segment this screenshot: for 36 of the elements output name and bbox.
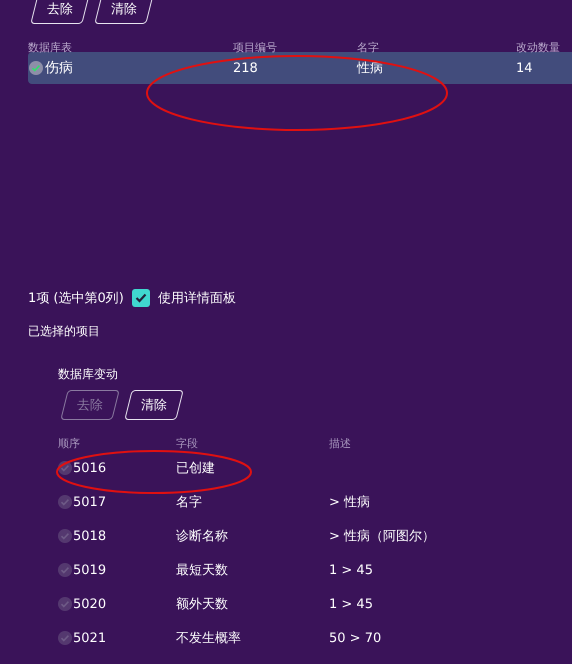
table-cell-text: 已创建 bbox=[176, 460, 216, 477]
selection-summary: 1项 (选中第0列) bbox=[28, 290, 124, 307]
section-title: 数据库变动 bbox=[58, 366, 119, 383]
table-cell-text: 1 > 45 bbox=[329, 562, 374, 578]
column-header[interactable]: 名字 bbox=[357, 40, 516, 55]
table-cell-text: 50 > 70 bbox=[329, 630, 382, 646]
action-button[interactable]: 清除 bbox=[124, 390, 184, 420]
check-icon bbox=[134, 293, 147, 303]
table-cell-text: 14 bbox=[516, 60, 534, 76]
table-cell: 5018 bbox=[73, 528, 106, 544]
checkbox[interactable] bbox=[132, 289, 150, 307]
table-cell-text: 诊断名称 bbox=[176, 528, 229, 545]
column-header[interactable]: 描述 bbox=[329, 436, 572, 451]
table-cell-text: 1 > 45 bbox=[329, 596, 374, 612]
table-cell: 伤病 bbox=[45, 59, 73, 77]
column-header[interactable]: 改动数量 bbox=[516, 40, 572, 55]
checkbox-label[interactable]: 使用详情面板 bbox=[158, 289, 236, 307]
table-cell-text: > 性病（阿图尔） bbox=[329, 528, 436, 545]
table-cell-text: 最短天数 bbox=[176, 562, 229, 579]
section-title: 已选择的项目 bbox=[28, 324, 100, 338]
table-cell-text: 不发生概率 bbox=[176, 630, 242, 647]
table-cell: 5017 bbox=[73, 494, 106, 510]
column-header[interactable]: 数据库表 bbox=[28, 40, 233, 55]
column-header[interactable]: 顺序 bbox=[58, 436, 176, 451]
table-cell: 5019 bbox=[73, 562, 106, 578]
table-cell-text: 名字 bbox=[176, 494, 203, 511]
table-cell: 5021 bbox=[73, 630, 106, 646]
table-cell: 5020 bbox=[73, 596, 106, 612]
table-cell-text: > 性病 bbox=[329, 494, 372, 511]
action-button[interactable]: 清除 bbox=[94, 0, 154, 24]
table-cell: 5016 bbox=[73, 460, 106, 476]
action-button[interactable]: 去除 bbox=[30, 0, 90, 24]
column-header[interactable]: 项目编号 bbox=[233, 40, 357, 55]
table-cell-text: 218 bbox=[233, 60, 259, 76]
column-header[interactable]: 字段 bbox=[176, 436, 329, 451]
table-cell-text: 额外天数 bbox=[176, 596, 229, 613]
